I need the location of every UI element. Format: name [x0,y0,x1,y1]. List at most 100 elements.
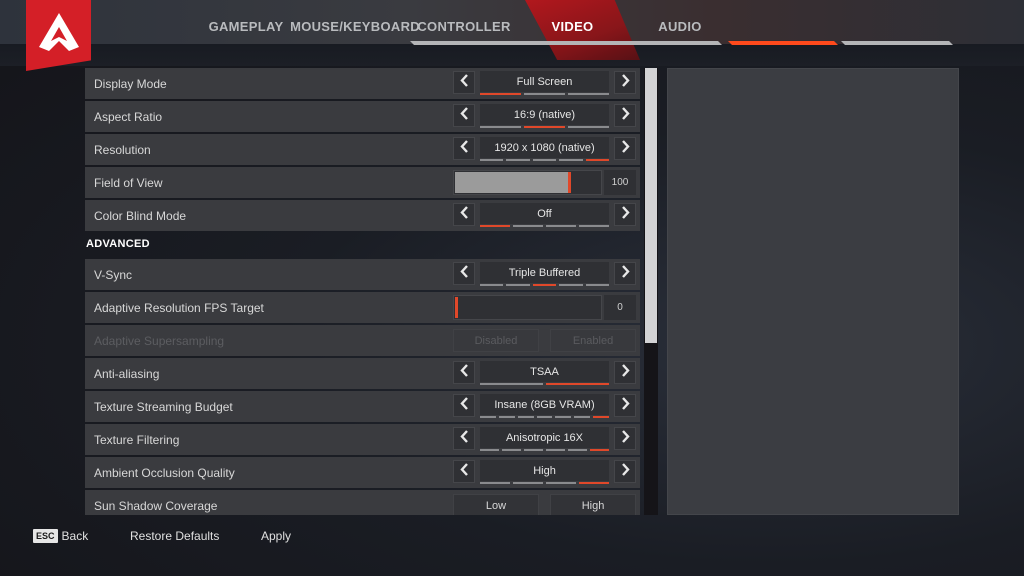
chevron-right-icon [621,139,630,158]
previous-option-button[interactable] [453,427,475,450]
option-indicator [480,482,609,484]
next-option-button[interactable] [614,104,636,127]
option-tick [480,482,510,484]
two-option-toggle: Disabled Enabled [453,329,636,352]
setting-row-color-blind-mode: Color Blind Mode Off [85,200,640,231]
tab-controller[interactable]: CONTROLLER [417,0,510,42]
next-option-button[interactable] [614,427,636,450]
option-tick [480,383,543,385]
option-tick [536,416,553,418]
apply-button[interactable]: Apply [261,529,291,543]
advanced-section-header: ADVANCED [86,238,150,250]
toggle-option-enabled: Enabled [550,329,636,352]
toggle-option-high[interactable]: High [550,494,636,515]
scrollbar-thumb[interactable] [645,68,657,343]
option-selector: Insane (8GB VRAM) [453,394,636,419]
previous-option-button[interactable] [453,460,475,483]
chevron-left-icon [459,396,469,415]
option-selector: 16:9 (native) [453,104,636,129]
chevron-left-icon [459,363,469,382]
option-tick [546,225,576,227]
restore-defaults-button[interactable]: Restore Defaults [130,529,219,543]
option-tick [585,284,610,286]
two-option-toggle: Low High [453,494,636,515]
setting-row-field-of-view: Field of View 100 [85,167,640,198]
option-selector: Full Screen [453,71,636,96]
back-label: Back [61,529,89,543]
option-indicator [480,126,609,128]
option-tick [546,449,565,451]
chevron-left-icon [459,462,469,481]
tab-underline-video [728,41,838,45]
option-indicator [480,416,610,418]
back-button[interactable]: ESC Back [33,529,88,543]
tab-mouse-keyboard[interactable]: MOUSE/KEYBOARD [290,0,420,42]
next-option-button[interactable] [614,203,636,226]
next-option-button[interactable] [614,137,636,160]
slider: 0 [453,295,636,320]
option-indicator [480,93,609,95]
chevron-left-icon [459,205,469,224]
option-tick [579,225,609,227]
previous-option-button[interactable] [453,262,475,285]
chevron-left-icon [459,264,469,283]
option-tick [524,449,543,451]
setting-row-aspect-ratio: Aspect Ratio 16:9 (native) [85,101,640,132]
next-option-button[interactable] [614,460,636,483]
selected-value: Off [480,203,609,224]
option-tick [568,449,587,451]
next-option-button[interactable] [614,262,636,285]
option-tick-selected [585,159,610,161]
slider-handle[interactable] [455,297,458,318]
option-tick [559,159,583,161]
slider-track[interactable] [453,295,602,320]
next-option-button[interactable] [614,71,636,94]
next-option-button[interactable] [614,394,636,417]
settings-list: Display Mode Full Screen Aspect Ratio 16:9 … [85,68,640,515]
option-tick [480,416,496,418]
option-selector: TSAA [453,361,636,386]
previous-option-button[interactable] [453,394,475,417]
previous-option-button[interactable] [453,71,475,94]
option-tick [546,482,576,484]
tab-gameplay[interactable]: GAMEPLAY [209,0,284,42]
slider-handle[interactable] [568,172,571,193]
option-tick [574,416,591,418]
next-option-button[interactable] [614,361,636,384]
toggle-option-low[interactable]: Low [453,494,539,515]
chevron-right-icon [621,106,630,125]
slider-track[interactable] [453,170,602,195]
chevron-right-icon [621,462,630,481]
option-tick-selected [480,225,510,227]
option-tick [498,416,515,418]
option-tick [555,416,572,418]
option-indicator [480,449,609,451]
apex-logo-icon [38,12,79,51]
chevron-right-icon [621,73,630,92]
previous-option-button[interactable] [453,361,475,384]
selected-value: Insane (8GB VRAM) [480,394,609,415]
option-tick [506,284,530,286]
toggle-option-disabled: Disabled [453,329,539,352]
slider: 100 [453,170,636,195]
option-indicator [480,225,609,227]
previous-option-button[interactable] [453,137,475,160]
slider-value: 0 [604,295,636,320]
setting-row-sun-shadow-coverage: Sun Shadow Coverage Low High [85,490,640,515]
selected-value: 16:9 (native) [480,104,609,125]
option-tick [532,159,557,161]
previous-option-button[interactable] [453,203,475,226]
apex-logo [26,0,91,71]
esc-key-icon: ESC [33,529,58,543]
selected-value: 1920 x 1080 (native) [480,137,609,158]
previous-option-button[interactable] [453,104,475,127]
slider-fill [455,172,568,193]
chevron-left-icon [459,73,469,92]
tab-audio[interactable]: AUDIO [655,0,705,42]
tab-video[interactable]: VIDEO [545,0,600,42]
setting-row-texture-filtering: Texture Filtering Anisotropic 16X [85,424,640,455]
selected-value: High [480,460,609,481]
option-tick [568,93,609,95]
option-selector: High [453,460,636,485]
option-tick-selected [532,284,557,286]
